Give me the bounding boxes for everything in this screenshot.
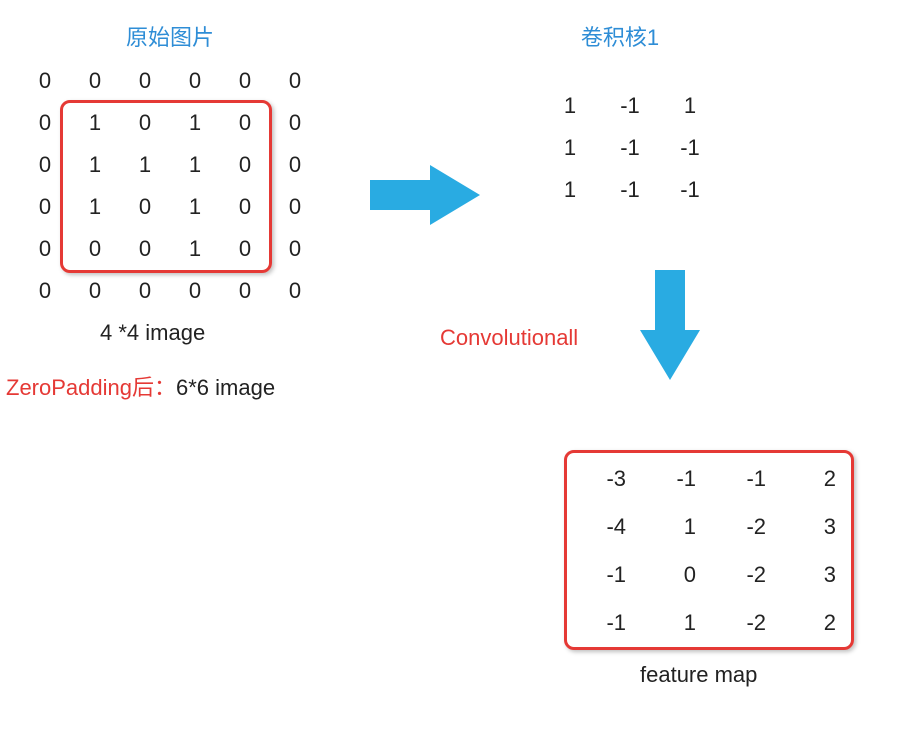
arrow-right-icon (370, 165, 480, 225)
fmap-cell: -2 (710, 503, 780, 551)
feature-map-label: feature map (640, 662, 757, 688)
fmap-cell: -4 (570, 503, 640, 551)
kernel-cell: 1 (540, 169, 600, 211)
matrix-cell: 0 (270, 270, 320, 312)
matrix-cell: 1 (70, 144, 120, 186)
matrix-cell: 0 (20, 270, 70, 312)
matrix-cell: 0 (170, 270, 220, 312)
matrix-cell: 1 (70, 186, 120, 228)
matrix-cell: 0 (220, 228, 270, 270)
matrix-cell: 0 (270, 60, 320, 102)
kernel-matrix: 1 -1 1 1 -1 -1 1 -1 -1 (540, 85, 720, 211)
original-image-title: 原始图片 (110, 20, 230, 52)
zeropadding-label: ZeroPadding后：6*6 image (6, 370, 275, 402)
matrix-cell: 0 (70, 228, 120, 270)
matrix-cell: 0 (220, 144, 270, 186)
zeropadding-suffix: 6*6 image (176, 375, 275, 400)
matrix-cell: 0 (270, 102, 320, 144)
fmap-cell: 3 (780, 503, 850, 551)
feature-map-matrix: -3 -1 -1 2 -4 1 -2 3 -1 0 -2 3 -1 1 -2 2 (570, 455, 850, 647)
matrix-cell: 0 (70, 270, 120, 312)
arrow-down-icon (640, 270, 700, 380)
matrix-cell: 0 (270, 228, 320, 270)
matrix-cell: 0 (270, 144, 320, 186)
matrix-cell: 0 (270, 186, 320, 228)
matrix-cell: 0 (20, 228, 70, 270)
kernel-cell: 1 (540, 85, 600, 127)
matrix-cell: 0 (220, 60, 270, 102)
zeropadding-prefix: ZeroPadding后： (6, 375, 176, 400)
fmap-cell: 2 (780, 599, 850, 647)
kernel-cell: 1 (540, 127, 600, 169)
fmap-cell: 1 (640, 599, 710, 647)
matrix-cell: 0 (70, 60, 120, 102)
matrix-cell: 1 (170, 228, 220, 270)
matrix-cell: 0 (20, 102, 70, 144)
matrix-cell: 0 (220, 270, 270, 312)
matrix-cell: 1 (170, 186, 220, 228)
matrix-cell: 0 (120, 60, 170, 102)
kernel-cell: -1 (660, 127, 720, 169)
padded-matrix: 0 0 0 0 0 0 0 1 0 1 0 0 0 1 1 1 0 0 0 1 … (20, 60, 330, 312)
fmap-cell: -2 (710, 599, 780, 647)
fmap-cell: 2 (780, 455, 850, 503)
fmap-cell: -2 (710, 551, 780, 599)
convolutional-label: Convolutionall (440, 325, 578, 351)
matrix-cell: 0 (220, 186, 270, 228)
image-size-label: 4 *4 image (100, 320, 205, 346)
fmap-cell: 3 (780, 551, 850, 599)
fmap-cell: -1 (710, 455, 780, 503)
fmap-cell: 0 (640, 551, 710, 599)
matrix-cell: 1 (170, 102, 220, 144)
matrix-cell: 0 (170, 60, 220, 102)
matrix-cell: 0 (120, 186, 170, 228)
matrix-cell: 1 (70, 102, 120, 144)
matrix-cell: 1 (170, 144, 220, 186)
matrix-cell: 0 (220, 102, 270, 144)
fmap-cell: -1 (570, 551, 640, 599)
matrix-cell: 1 (120, 144, 170, 186)
kernel-cell: -1 (600, 169, 660, 211)
matrix-cell: 0 (120, 270, 170, 312)
matrix-cell: 0 (20, 60, 70, 102)
kernel-title: 卷积核1 (560, 20, 680, 52)
matrix-cell: 0 (120, 102, 170, 144)
matrix-cell: 0 (20, 144, 70, 186)
fmap-cell: 1 (640, 503, 710, 551)
kernel-cell: -1 (600, 85, 660, 127)
fmap-cell: -1 (640, 455, 710, 503)
kernel-cell: -1 (600, 127, 660, 169)
kernel-cell: -1 (660, 169, 720, 211)
fmap-cell: -1 (570, 599, 640, 647)
matrix-cell: 0 (20, 186, 70, 228)
kernel-cell: 1 (660, 85, 720, 127)
matrix-cell: 0 (120, 228, 170, 270)
fmap-cell: -3 (570, 455, 640, 503)
